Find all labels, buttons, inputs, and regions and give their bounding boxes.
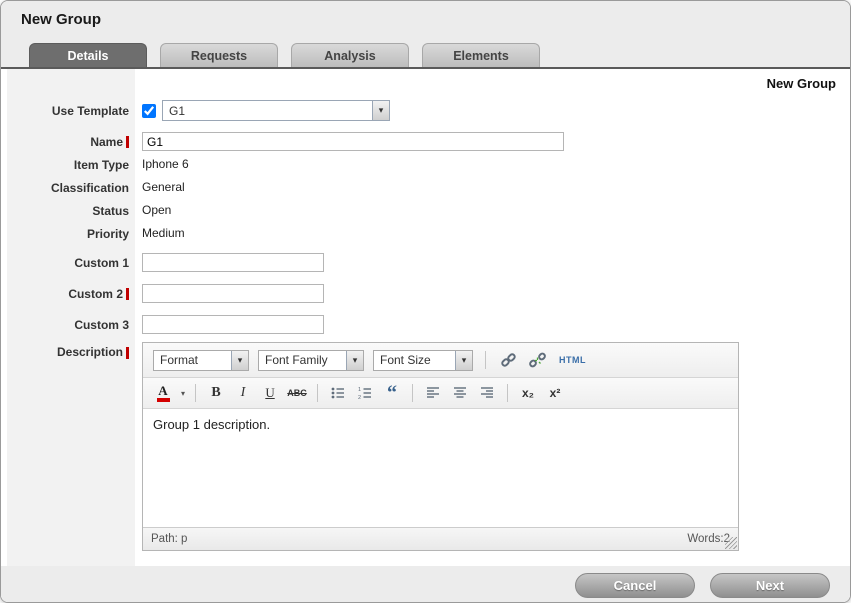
superscript-button[interactable]: x²: [545, 383, 565, 403]
priority-label: Priority: [1, 224, 135, 244]
classification-label: Classification: [1, 178, 135, 198]
custom3-row: Custom 3: [1, 313, 850, 336]
editor-path: Path: p: [151, 533, 187, 545]
tab-elements[interactable]: Elements: [422, 43, 540, 67]
rich-text-editor: Format ▾ Font Family ▾ Font Size ▾: [142, 342, 739, 551]
tab-bar: Details Requests Analysis Elements: [1, 37, 850, 67]
editor-toolbar-top: Format ▾ Font Family ▾ Font Size ▾: [143, 343, 738, 378]
blockquote-icon[interactable]: “: [382, 383, 402, 403]
custom1-row: Custom 1: [1, 251, 850, 274]
editor-toolbar-bottom: A ▾ B I U ABC: [143, 378, 738, 409]
chevron-down-icon[interactable]: ▾: [231, 351, 248, 370]
svg-text:2: 2: [358, 395, 361, 401]
item-type-row: Item Type Iphone 6: [1, 153, 850, 176]
subscript-button[interactable]: x₂: [518, 383, 538, 403]
chevron-down-icon[interactable]: ▾: [346, 351, 363, 370]
status-label: Status: [1, 201, 135, 221]
bold-button[interactable]: B: [206, 383, 226, 403]
use-template-row: Use Template G1 ▾: [1, 99, 850, 122]
template-select[interactable]: G1 ▾: [162, 100, 390, 121]
align-right-icon[interactable]: [477, 383, 497, 403]
resize-handle[interactable]: [725, 537, 737, 549]
status-row: Status Open: [1, 199, 850, 222]
custom2-input[interactable]: [142, 284, 324, 303]
item-type-label: Item Type: [1, 155, 135, 175]
font-family-dropdown[interactable]: Font Family ▾: [258, 350, 364, 371]
custom2-row: Custom 2: [1, 282, 850, 305]
tab-details[interactable]: Details: [29, 43, 147, 67]
editor-status-bar: Path: p Words:2: [143, 527, 738, 550]
custom3-input[interactable]: [142, 315, 324, 334]
new-group-form: Use Template G1 ▾ Name Item Type Iphone …: [1, 69, 850, 551]
underline-button[interactable]: U: [260, 383, 280, 403]
svg-text:1: 1: [358, 387, 361, 393]
font-size-dropdown[interactable]: Font Size ▾: [373, 350, 473, 371]
name-label: Name: [1, 132, 135, 152]
required-marker: [126, 136, 129, 148]
new-group-window: New Group Details Requests Analysis Elem…: [0, 0, 851, 603]
details-panel: New Group Use Template G1 ▾ Name Item Ty…: [1, 69, 850, 603]
toolbar-separator: [317, 384, 318, 402]
priority-row: Priority Medium: [1, 222, 850, 245]
bullet-list-icon[interactable]: [328, 383, 348, 403]
numbered-list-icon[interactable]: 12: [355, 383, 375, 403]
name-input[interactable]: [142, 132, 564, 151]
format-dropdown[interactable]: Format ▾: [153, 350, 249, 371]
toolbar-separator: [195, 384, 196, 402]
unlink-icon[interactable]: [527, 350, 547, 370]
use-template-label: Use Template: [1, 101, 135, 121]
font-color-chevron-icon[interactable]: ▾: [181, 389, 185, 398]
toolbar-separator: [485, 351, 486, 369]
custom2-label: Custom 2: [1, 284, 135, 304]
name-row: Name: [1, 130, 850, 153]
cancel-button[interactable]: Cancel: [575, 573, 695, 598]
required-marker: [126, 347, 129, 359]
html-source-button[interactable]: HTML: [556, 352, 589, 368]
chevron-down-icon[interactable]: ▾: [455, 351, 472, 370]
toolbar-separator: [507, 384, 508, 402]
required-marker: [126, 288, 129, 300]
insert-link-icon[interactable]: [498, 350, 518, 370]
custom3-label: Custom 3: [1, 315, 135, 335]
chevron-down-icon[interactable]: ▾: [372, 101, 389, 120]
use-template-checkbox[interactable]: [142, 104, 156, 118]
tab-analysis[interactable]: Analysis: [291, 43, 409, 67]
window-title: New Group: [21, 11, 101, 28]
editor-word-count: Words:2: [687, 533, 730, 545]
footer-bar: Cancel Next: [1, 566, 850, 603]
custom1-input[interactable]: [142, 253, 324, 272]
description-label: Description: [1, 342, 135, 362]
toolbar-separator: [412, 384, 413, 402]
title-bar: New Group: [1, 1, 850, 37]
status-value: Open: [142, 199, 171, 222]
priority-value: Medium: [142, 222, 185, 245]
template-select-value: G1: [163, 104, 372, 118]
description-row: Description Format ▾ Font Family ▾: [1, 342, 850, 551]
tab-requests[interactable]: Requests: [160, 43, 278, 67]
align-center-icon[interactable]: [450, 383, 470, 403]
italic-button[interactable]: I: [233, 383, 253, 403]
next-button[interactable]: Next: [710, 573, 830, 598]
classification-row: Classification General: [1, 176, 850, 199]
font-color-icon[interactable]: A: [153, 383, 173, 403]
strikethrough-button[interactable]: ABC: [287, 383, 307, 403]
classification-value: General: [142, 176, 185, 199]
editor-content[interactable]: Group 1 description.: [143, 409, 738, 527]
align-left-icon[interactable]: [423, 383, 443, 403]
item-type-value: Iphone 6: [142, 153, 189, 176]
custom1-label: Custom 1: [1, 253, 135, 273]
